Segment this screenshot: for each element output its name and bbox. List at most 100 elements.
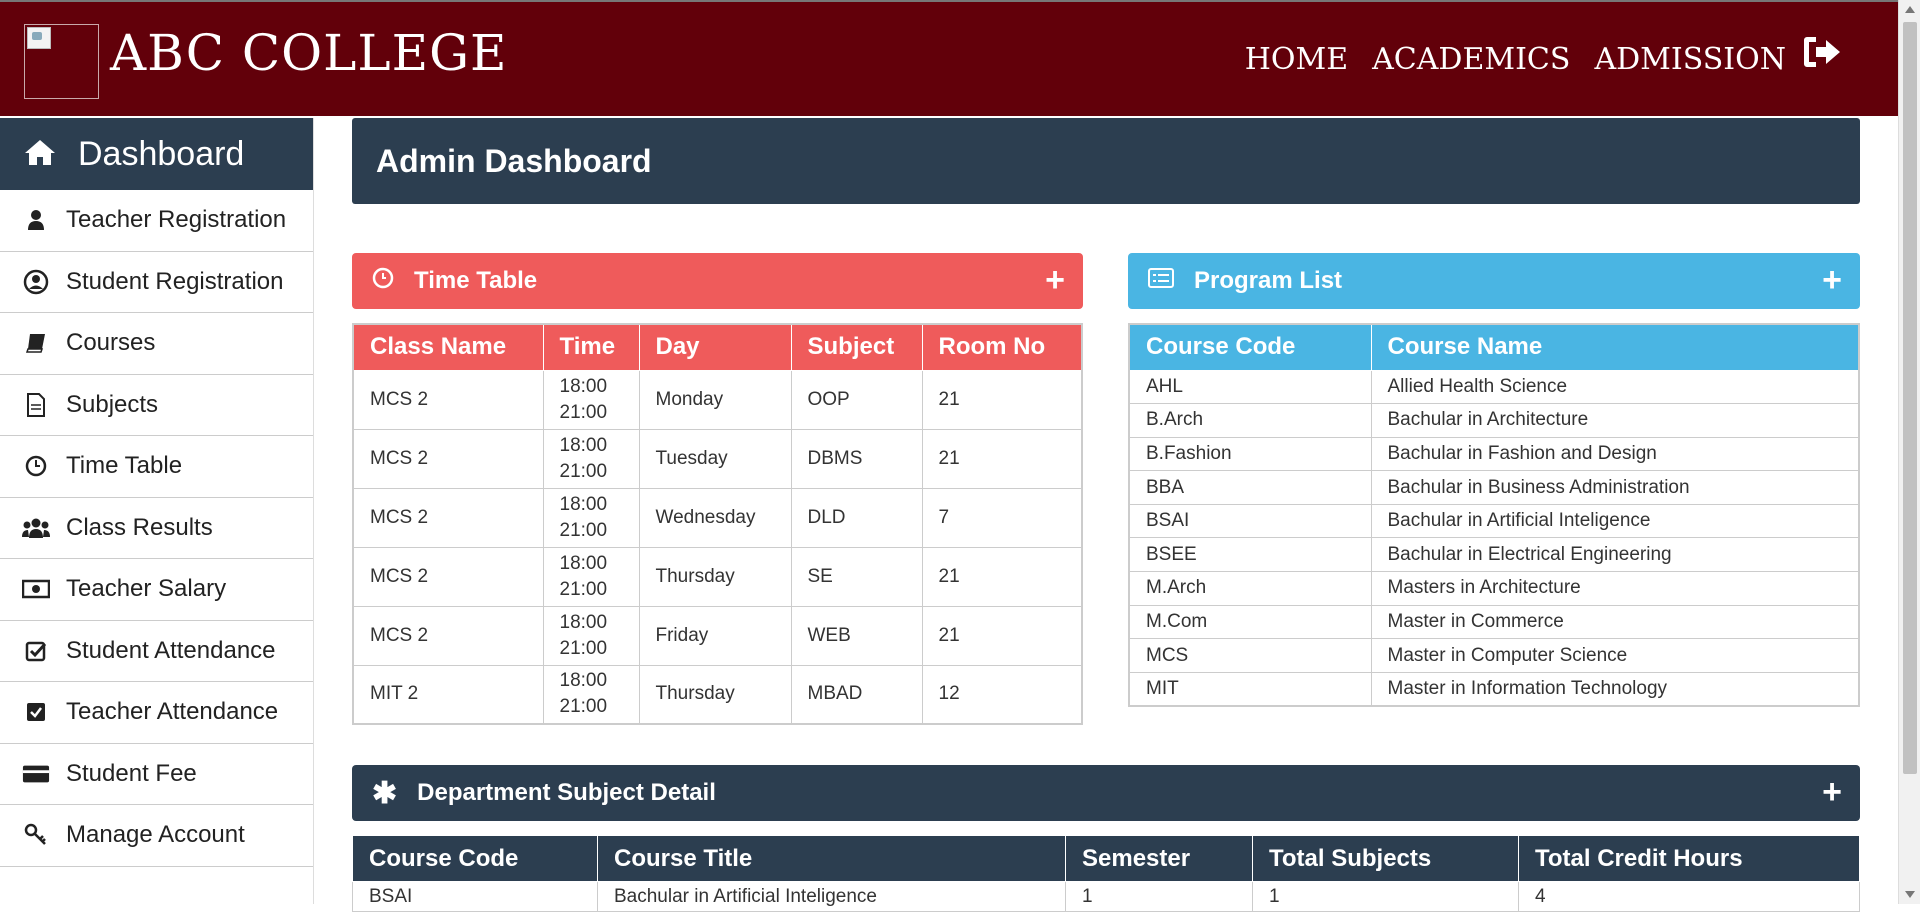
sidebar: Dashboard Teacher Registration Student R…: [0, 118, 314, 904]
cell-name: Master in Computer Science: [1370, 638, 1860, 673]
user-icon: [22, 206, 50, 234]
sidebar-item-label: Teacher Registration: [66, 206, 287, 234]
cell-time: 18:00 21:00: [542, 369, 640, 430]
table-row: M.Com Master in Commerce: [1128, 604, 1860, 640]
cell-room: 21: [921, 428, 1083, 489]
nav-admission[interactable]: ADMISSION: [1594, 42, 1786, 77]
time-end: 21:00: [559, 519, 608, 541]
time-start: 18:00: [559, 493, 608, 515]
column-header: Course Code: [1128, 323, 1372, 371]
cell-subjects: 1: [1252, 881, 1519, 912]
department-title: Department Subject Detail: [417, 779, 716, 806]
cell-room: 21: [921, 369, 1083, 430]
college-logo[interactable]: [24, 24, 99, 99]
add-timetable-button[interactable]: +: [1045, 261, 1065, 300]
time-start: 18:00: [559, 670, 608, 692]
nav-home[interactable]: HOME: [1245, 42, 1348, 77]
sidebar-item-label: Student Registration: [66, 267, 284, 295]
table-row: B.Fashion Bachular in Fashion and Design: [1128, 436, 1860, 472]
cell-credits: 4: [1518, 881, 1860, 912]
time-end: 21:00: [559, 637, 608, 659]
table-row: B.Arch Bachular in Architecture: [1128, 403, 1860, 438]
sidebar-item-teacher-registration[interactable]: Teacher Registration: [0, 190, 313, 252]
sidebar-item-manage-account[interactable]: Manage Account: [0, 805, 313, 867]
column-header: Course Code: [352, 835, 598, 882]
table-row: BSAI Bachular in Artificial Inteligence: [1128, 503, 1860, 539]
sidebar-item-student-attendance[interactable]: Student Attendance: [0, 621, 313, 682]
cell-day: Thursday: [638, 664, 792, 725]
column-header: Time: [542, 323, 640, 371]
check-square-icon: [22, 698, 50, 726]
sidebar-title: Dashboard: [78, 134, 245, 173]
time-start: 18:00: [559, 611, 608, 633]
timetable-header: Time Table +: [352, 253, 1083, 309]
table-row: MIT Master in Information Technology: [1128, 671, 1860, 707]
cell-code: AHL: [1128, 369, 1372, 405]
book-icon: [22, 329, 50, 357]
time-start: 18:00: [559, 552, 608, 574]
check-square-outline-icon: [22, 637, 50, 665]
cell-class: MCS 2: [352, 369, 544, 430]
cell-name: Bachular in Architecture: [1370, 403, 1860, 438]
timetable-table: Class Name Time Day Subject Room No MCS …: [352, 323, 1083, 725]
time-start: 18:00: [559, 375, 608, 397]
sidebar-item-teacher-attendance[interactable]: Teacher Attendance: [0, 682, 313, 744]
cell-class: MCS 2: [352, 428, 544, 489]
cell-time: 18:00 21:00: [542, 487, 640, 548]
home-icon: [24, 138, 56, 171]
column-header: Room No: [921, 323, 1083, 371]
top-header: ABC COLLEGE HOME ACADEMICS ADMISSION: [0, 0, 1898, 116]
table-row: MCS 2 18:00 21:00 Friday WEB 21: [352, 605, 1083, 666]
scrollbar-thumb[interactable]: [1903, 22, 1917, 774]
sidebar-item-courses[interactable]: Courses: [0, 313, 313, 375]
cell-class: MIT 2: [352, 664, 544, 725]
sidebar-dashboard-link[interactable]: Dashboard: [0, 118, 313, 190]
table-row: MIT 2 18:00 21:00 Thursday MBAD 12: [352, 664, 1083, 725]
cell-name: Masters in Architecture: [1370, 571, 1860, 606]
cell-name: Allied Health Science: [1370, 369, 1860, 405]
column-header: Class Name: [352, 323, 544, 371]
table-row: AHL Allied Health Science: [1128, 369, 1860, 405]
column-header: Course Name: [1370, 323, 1860, 371]
cell-name: Master in Information Technology: [1370, 671, 1860, 707]
nav-academics[interactable]: ACADEMICS: [1372, 42, 1570, 77]
cell-semester: 1: [1065, 881, 1253, 912]
cell-name: Bachular in Artificial Inteligence: [1370, 503, 1860, 539]
table-row: MCS 2 18:00 21:00 Thursday SE 21: [352, 546, 1083, 607]
add-department-button[interactable]: +: [1822, 773, 1842, 812]
sidebar-item-class-results[interactable]: Class Results: [0, 498, 313, 559]
cell-code: M.Arch: [1128, 571, 1372, 606]
add-program-button[interactable]: +: [1822, 261, 1842, 300]
cell-time: 18:00 21:00: [542, 664, 640, 725]
broken-image-icon: [27, 27, 51, 49]
table-row: M.Arch Masters in Architecture: [1128, 571, 1860, 606]
column-header: Day: [638, 323, 792, 371]
sidebar-item-label: Student Attendance: [66, 636, 276, 664]
sidebar-item-student-fee[interactable]: Student Fee: [0, 744, 313, 805]
sidebar-item-teacher-salary[interactable]: Teacher Salary: [0, 559, 313, 621]
scroll-up-arrow-icon[interactable]: [1905, 6, 1915, 13]
sidebar-item-time-table[interactable]: Time Table: [0, 436, 313, 498]
sidebar-item-label: Teacher Salary: [66, 575, 227, 603]
cell-name: Bachular in Electrical Engineering: [1370, 537, 1860, 573]
scroll-down-arrow-icon[interactable]: [1905, 891, 1915, 898]
cell-name: Bachular in Fashion and Design: [1370, 436, 1860, 472]
cell-class: MCS 2: [352, 605, 544, 666]
clock-icon: [22, 452, 50, 480]
scrollbar[interactable]: [1898, 0, 1920, 904]
department-header: ✱ Department Subject Detail +: [352, 765, 1860, 821]
sidebar-item-subjects[interactable]: Subjects: [0, 375, 313, 436]
column-header: Semester: [1065, 835, 1253, 882]
money-icon: [22, 575, 50, 603]
logout-icon[interactable]: [1802, 34, 1842, 70]
table-row: MCS 2 18:00 21:00 Wednesday DLD 7: [352, 487, 1083, 548]
cell-code: BSEE: [1128, 537, 1372, 573]
sidebar-item-student-registration[interactable]: Student Registration: [0, 252, 313, 313]
cell-subject: OOP: [790, 369, 923, 430]
time-end: 21:00: [559, 578, 608, 600]
column-header: Total Credit Hours: [1518, 835, 1860, 882]
department-table: Course Code Course Title Semester Total …: [352, 835, 1860, 912]
brand-name: ABC COLLEGE: [110, 24, 508, 82]
users-icon: [22, 514, 50, 542]
user-circle-icon: [22, 268, 50, 296]
